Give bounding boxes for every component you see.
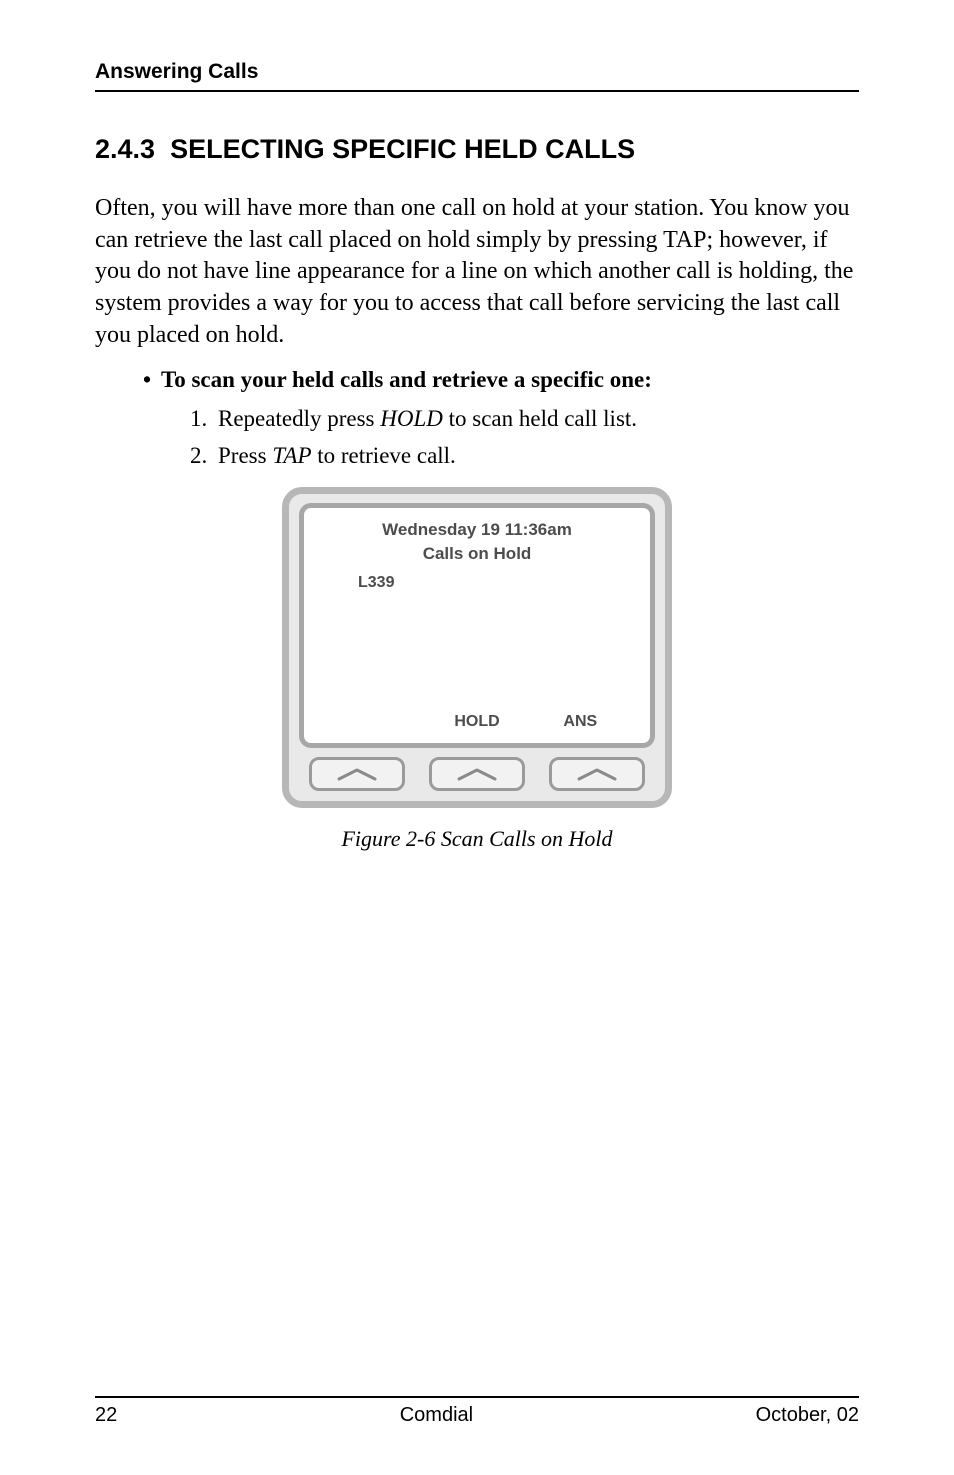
- softkey-label-right: ANS: [529, 713, 632, 731]
- footer-date: October, 02: [756, 1404, 859, 1427]
- step-text-post: to retrieve call.: [312, 443, 456, 468]
- chevron-up-icon: [335, 767, 379, 781]
- screen-status: Calls on Hold: [320, 544, 634, 564]
- figure-caption: Figure 2-6 Scan Calls on Hold: [95, 826, 859, 852]
- step-number: 2.: [190, 440, 218, 471]
- bullet-item: •To scan your held calls and retrieve a …: [143, 367, 859, 393]
- step-emph: TAP: [272, 443, 311, 468]
- footer-page-number: 22: [95, 1404, 117, 1427]
- chevron-up-icon: [455, 767, 499, 781]
- step-text-pre: Repeatedly press: [218, 406, 380, 431]
- chevron-up-icon: [575, 767, 619, 781]
- step-emph: HOLD: [380, 406, 443, 431]
- screen-datetime: Wednesday 19 11:36am: [320, 520, 634, 540]
- phone-illustration: Wednesday 19 11:36am Calls on Hold L339 …: [282, 487, 672, 808]
- step-2: 2.Press TAP to retrieve call.: [190, 440, 859, 471]
- header-rule: [95, 90, 859, 92]
- phone-screen: Wednesday 19 11:36am Calls on Hold L339 …: [299, 503, 655, 748]
- bullet-text: To scan your held calls and retrieve a s…: [161, 367, 652, 392]
- footer-center: Comdial: [400, 1404, 473, 1427]
- footer-rule: [95, 1396, 859, 1398]
- phone-bezel: Wednesday 19 11:36am Calls on Hold L339 …: [282, 487, 672, 808]
- softkey-button-center[interactable]: [429, 757, 525, 791]
- softkey-label-left: [322, 713, 425, 731]
- section-heading: 2.4.3 SELECTING SPECIFIC HELD CALLS: [95, 134, 859, 165]
- screen-line-id: L339: [358, 574, 634, 592]
- bullet-marker: •: [143, 367, 161, 393]
- step-text-post: to scan held call list.: [443, 406, 637, 431]
- softkey-button-left[interactable]: [309, 757, 405, 791]
- step-text-pre: Press: [218, 443, 272, 468]
- softkey-button-right[interactable]: [549, 757, 645, 791]
- softkey-label-center: HOLD: [425, 713, 528, 731]
- softkey-labels: HOLD ANS: [304, 713, 650, 731]
- softkey-buttons: [299, 748, 655, 793]
- section-title: SELECTING SPECIFIC HELD CALLS: [170, 134, 635, 164]
- page-footer: 22 Comdial October, 02: [95, 1396, 859, 1427]
- step-number: 1.: [190, 403, 218, 434]
- running-header: Answering Calls: [95, 60, 859, 84]
- step-1: 1.Repeatedly press HOLD to scan held cal…: [190, 403, 859, 434]
- section-number: 2.4.3: [95, 134, 155, 164]
- body-paragraph: Often, you will have more than one call …: [95, 193, 859, 351]
